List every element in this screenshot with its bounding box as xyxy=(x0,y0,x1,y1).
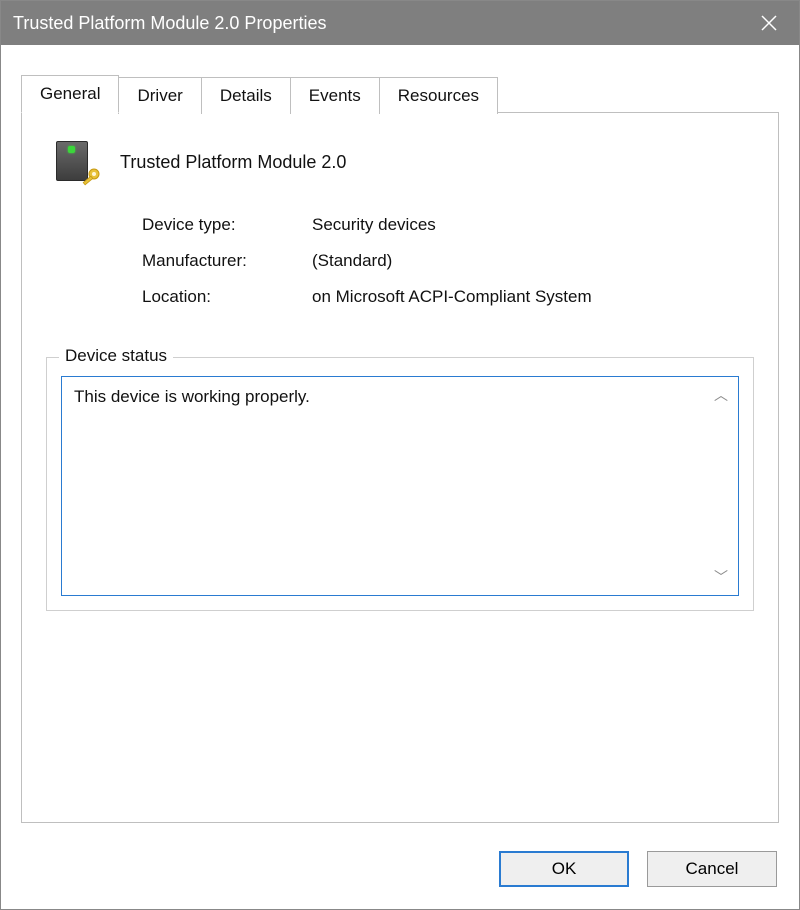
close-icon xyxy=(761,15,777,31)
manufacturer-value: (Standard) xyxy=(312,251,392,271)
location-label: Location: xyxy=(142,287,312,307)
location-value: on Microsoft ACPI-Compliant System xyxy=(312,287,592,307)
scroll-up-icon[interactable]: ︿ xyxy=(714,385,728,405)
cancel-button[interactable]: Cancel xyxy=(647,851,777,887)
device-header: Trusted Platform Module 2.0 xyxy=(52,139,754,185)
device-info: Device type: Security devices Manufactur… xyxy=(142,215,754,323)
device-status-legend: Device status xyxy=(59,346,173,366)
tab-events[interactable]: Events xyxy=(290,77,380,114)
manufacturer-row: Manufacturer: (Standard) xyxy=(142,251,754,271)
window-title: Trusted Platform Module 2.0 Properties xyxy=(13,13,326,34)
tab-general[interactable]: General xyxy=(21,75,119,113)
general-panel: Trusted Platform Module 2.0 Device type:… xyxy=(21,112,779,823)
tab-driver[interactable]: Driver xyxy=(118,77,201,114)
title-bar: Trusted Platform Module 2.0 Properties xyxy=(1,1,799,45)
device-type-value: Security devices xyxy=(312,215,436,235)
ok-button[interactable]: OK xyxy=(499,851,629,887)
dialog-buttons: OK Cancel xyxy=(1,833,799,909)
device-name: Trusted Platform Module 2.0 xyxy=(120,152,346,173)
tpm-device-icon xyxy=(52,139,98,185)
tab-resources[interactable]: Resources xyxy=(379,77,498,114)
device-type-row: Device type: Security devices xyxy=(142,215,754,235)
device-status-text: This device is working properly. xyxy=(74,387,310,406)
scroll-down-icon[interactable]: ﹀ xyxy=(714,567,728,587)
location-row: Location: on Microsoft ACPI-Compliant Sy… xyxy=(142,287,754,307)
device-status-group: Device status This device is working pro… xyxy=(46,357,754,611)
device-type-label: Device type: xyxy=(142,215,312,235)
manufacturer-label: Manufacturer: xyxy=(142,251,312,271)
close-button[interactable] xyxy=(739,1,799,45)
properties-dialog: Trusted Platform Module 2.0 Properties G… xyxy=(0,0,800,910)
device-status-textbox[interactable]: This device is working properly. ︿ ﹀ xyxy=(61,376,739,596)
tab-details[interactable]: Details xyxy=(201,77,291,114)
tab-strip: General Driver Details Events Resources xyxy=(21,75,779,112)
dialog-content: General Driver Details Events Resources … xyxy=(1,45,799,833)
